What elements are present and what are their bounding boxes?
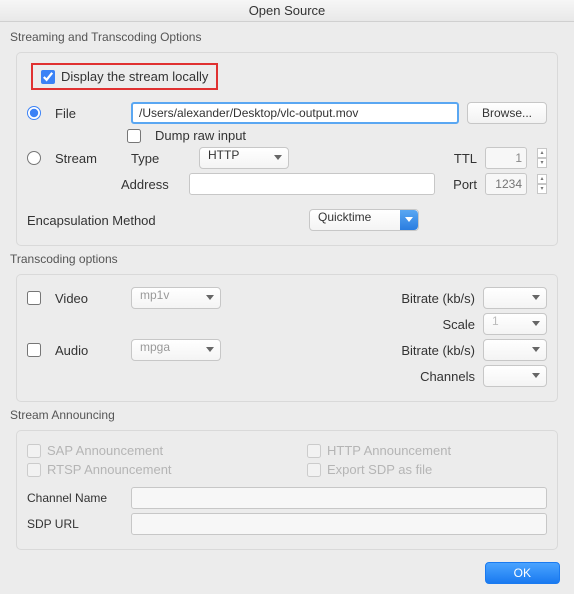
ttl-input[interactable] (485, 147, 527, 169)
audio-codec-select[interactable]: mpga (131, 339, 221, 361)
video-codec-select[interactable]: mp1v (131, 287, 221, 309)
display-locally-label: Display the stream locally (61, 69, 208, 84)
sap-label: SAP Announcement (47, 443, 163, 458)
chevron-down-icon (206, 295, 214, 300)
encaps-label: Encapsulation Method (27, 213, 156, 228)
dump-raw-checkbox[interactable] (127, 129, 141, 143)
http-label: HTTP Announcement (327, 443, 451, 458)
chevron-down-icon (532, 347, 540, 352)
video-label: Video (55, 291, 123, 306)
audio-checkbox[interactable] (27, 343, 41, 357)
channel-name-label: Channel Name (27, 491, 123, 505)
rtsp-checkbox (27, 463, 41, 477)
type-value: HTTP (208, 148, 239, 162)
sdp-url-input (131, 513, 547, 535)
transcoding-panel: Video mp1v Bitrate (kb/s) Scale 1 Audio … (16, 274, 558, 402)
channels-label: Channels (420, 369, 475, 384)
port-label: Port (453, 177, 477, 192)
announcing-panel: SAP Announcement RTSP Announcement HTTP … (16, 430, 558, 550)
display-locally-checkbox[interactable] (41, 70, 55, 84)
chevron-down-icon (532, 321, 540, 326)
scale-label: Scale (442, 317, 475, 332)
chevron-down-icon (532, 295, 540, 300)
file-path-input[interactable] (131, 102, 459, 124)
ttl-label: TTL (454, 151, 477, 166)
file-label: File (55, 106, 123, 121)
channel-name-input (131, 487, 547, 509)
type-label: Type (131, 151, 191, 166)
type-select[interactable]: HTTP (199, 147, 289, 169)
ttl-stepper[interactable]: ▴▾ (537, 148, 547, 168)
video-bitrate-select[interactable] (483, 287, 547, 309)
address-label: Address (121, 177, 181, 192)
address-input[interactable] (189, 173, 435, 195)
stream-radio[interactable] (27, 151, 41, 165)
channels-select[interactable] (483, 365, 547, 387)
chevron-down-icon (206, 347, 214, 352)
port-stepper[interactable]: ▴▾ (537, 174, 547, 194)
chevron-down-icon (532, 373, 540, 378)
browse-button[interactable]: Browse... (467, 102, 547, 124)
streaming-panel: Display the stream locally File Browse..… (16, 52, 558, 246)
chevron-down-icon (274, 155, 282, 160)
dump-raw-label: Dump raw input (155, 128, 246, 143)
scale-value: 1 (492, 314, 499, 328)
window-title: Open Source (0, 0, 574, 22)
sdp-checkbox (307, 463, 321, 477)
stream-label: Stream (55, 151, 123, 166)
sdp-url-label: SDP URL (27, 517, 123, 531)
transcoding-section-title: Transcoding options (10, 252, 568, 266)
sdp-label: Export SDP as file (327, 462, 432, 477)
audio-label: Audio (55, 343, 123, 358)
ok-button[interactable]: OK (485, 562, 560, 584)
chevron-down-icon (405, 217, 413, 222)
video-codec-value: mp1v (140, 288, 169, 302)
rtsp-label: RTSP Announcement (47, 462, 172, 477)
scale-select[interactable]: 1 (483, 313, 547, 335)
video-bitrate-label: Bitrate (kb/s) (401, 291, 475, 306)
file-radio[interactable] (27, 106, 41, 120)
encaps-value: Quicktime (318, 210, 371, 224)
display-locally-highlight: Display the stream locally (31, 63, 218, 90)
audio-bitrate-label: Bitrate (kb/s) (401, 343, 475, 358)
streaming-section-title: Streaming and Transcoding Options (10, 30, 568, 44)
announcing-section-title: Stream Announcing (10, 408, 568, 422)
video-checkbox[interactable] (27, 291, 41, 305)
audio-codec-value: mpga (140, 340, 170, 354)
encaps-select[interactable]: Quicktime (309, 209, 419, 231)
audio-bitrate-select[interactable] (483, 339, 547, 361)
port-input[interactable] (485, 173, 527, 195)
http-checkbox (307, 444, 321, 458)
sap-checkbox (27, 444, 41, 458)
